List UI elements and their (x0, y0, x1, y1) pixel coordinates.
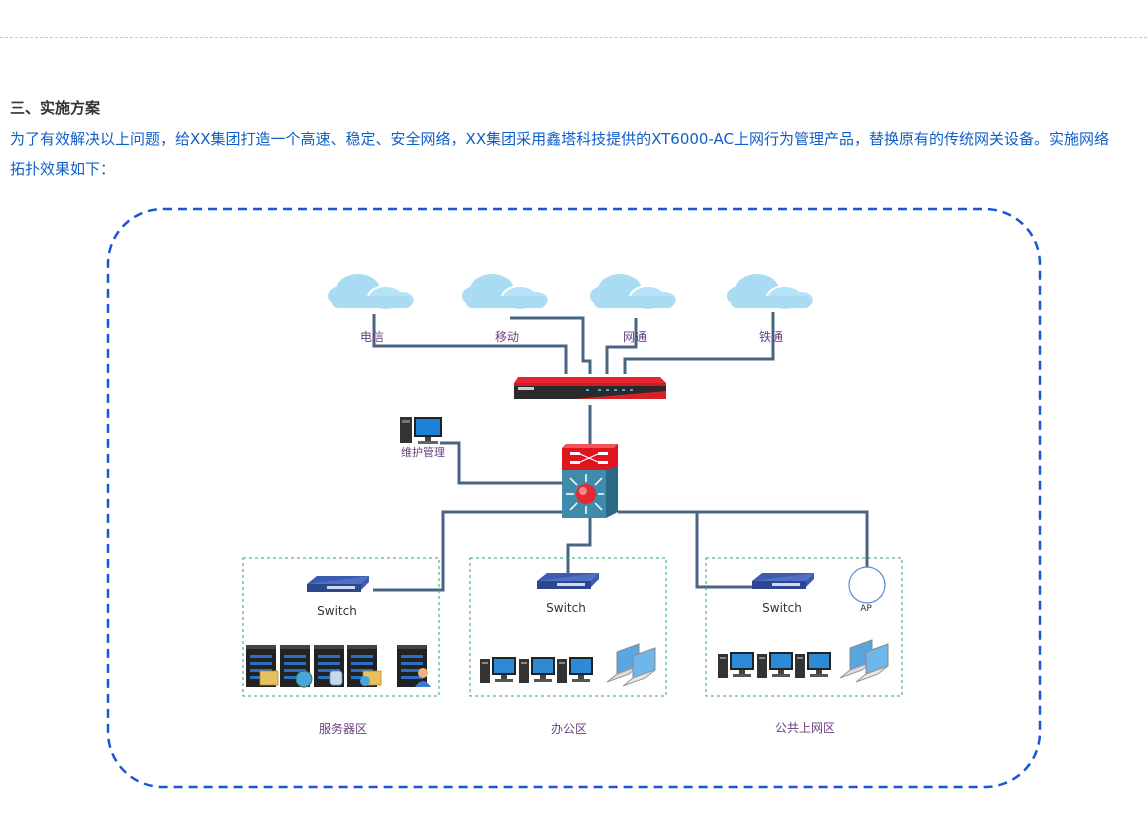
switch-icon-public (752, 573, 814, 589)
isp-label-railcom: 铁通 (759, 330, 783, 344)
switch-label-office: Switch (546, 601, 586, 615)
zone-label-server: 服务器区 (319, 721, 367, 736)
zone-label-office: 办公区 (551, 721, 587, 736)
network-topology-diagram: 电信 移动 网通 铁通 维护管理 Switch Switch Switch AP… (106, 207, 1042, 789)
pc-icon-office-1 (480, 657, 516, 683)
server-icon-database (314, 645, 344, 687)
core-switch-icon (562, 444, 618, 518)
server-icon-user (397, 645, 431, 687)
switch-icon-office (537, 573, 599, 589)
switch-label-public: Switch (762, 601, 802, 615)
gateway-device-icon (514, 377, 666, 399)
pc-icon-public-2 (757, 652, 793, 678)
server-icon-file (246, 645, 279, 687)
network-links (372, 312, 869, 592)
pc-icon-public-1 (718, 652, 754, 678)
cloud-icon-telecom (327, 273, 415, 311)
cloud-icon-mobile (461, 273, 549, 311)
switch-label-server: Switch (317, 604, 357, 618)
access-point-icon (848, 566, 886, 604)
pc-icon-public-3 (795, 652, 831, 678)
management-pc-icon (400, 417, 442, 444)
zone-label-public: 公共上网区 (775, 721, 835, 735)
server-icon-web (280, 645, 313, 688)
pc-icon-office-3 (557, 657, 593, 683)
management-label: 维护管理 (401, 445, 445, 459)
isp-label-telecom: 电信 (360, 330, 384, 344)
pc-icon-office-2 (519, 657, 555, 683)
switch-icon-server (307, 576, 369, 592)
cloud-icon-railcom (726, 273, 814, 311)
isp-label-mobile: 移动 (495, 330, 519, 344)
laptops-icon-office (606, 643, 656, 687)
ap-label: AP (860, 604, 872, 614)
server-icon-ftp (347, 645, 382, 687)
laptops-icon-public (839, 639, 889, 683)
isp-label-netcom: 网通 (623, 330, 647, 344)
cloud-icon-netcom (589, 273, 677, 311)
